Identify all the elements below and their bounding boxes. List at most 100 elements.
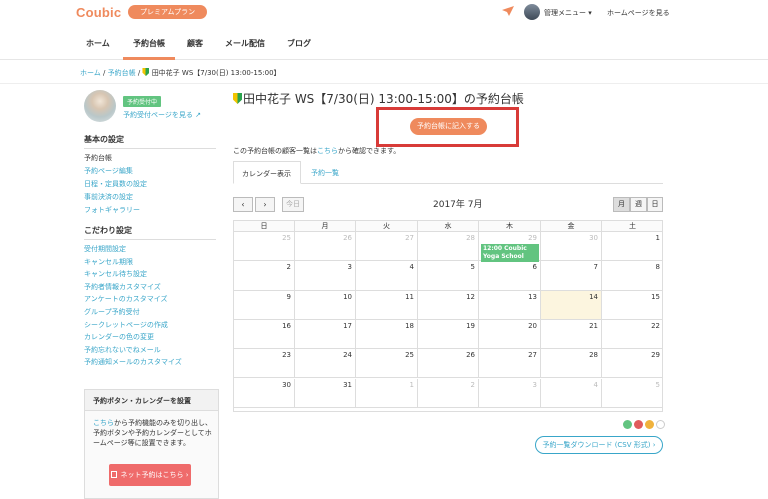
view-month-button[interactable]: 月 (613, 197, 630, 212)
nav-blog[interactable]: ブログ (287, 38, 311, 49)
view-day-button[interactable]: 日 (647, 197, 663, 212)
nav-mail[interactable]: メール配信 (225, 38, 265, 49)
calendar-day-cell[interactable]: 2 (418, 378, 479, 408)
calendar-day-cell[interactable]: 26 (295, 232, 356, 262)
profile-image (84, 90, 116, 122)
calendar-day-cell[interactable]: 2 (234, 261, 295, 291)
view-homepage-link[interactable]: ホームページを見る (607, 8, 670, 18)
calendar-day-cell[interactable]: 21 (541, 319, 602, 350)
color-swatch[interactable] (656, 420, 665, 429)
calendar-day-cell[interactable]: 17 (295, 319, 356, 350)
calendar-day-cell[interactable]: 27 (356, 232, 418, 262)
status-badge: 予約受付中 (123, 96, 162, 107)
color-swatch[interactable] (645, 420, 654, 429)
calendar-day-cell[interactable]: 4 (356, 261, 418, 291)
sidebar-item[interactable]: 予約通知メールのカスタマイズ (84, 357, 182, 367)
calendar-day-cell[interactable]: 12 (418, 290, 479, 320)
admin-menu[interactable]: 管理メニュー ▾ (544, 8, 592, 18)
calendar-day-cell[interactable]: 5 (602, 379, 662, 408)
sidebar-item[interactable]: 予約忘れないでねメール (84, 345, 161, 355)
sidebar-item[interactable]: 予約者情報カスタマイズ (84, 282, 161, 292)
calendar-day-cell[interactable]: 9 (234, 290, 295, 320)
calendar-day-cell[interactable]: 27 (479, 349, 541, 379)
calendar-day-cell[interactable]: 25 (356, 349, 418, 379)
next-month-button[interactable]: › (255, 197, 275, 212)
sidebar-item[interactable]: 事前決済の設定 (84, 192, 133, 202)
sidebar-item[interactable]: 予約ページ編集 (84, 166, 133, 176)
calendar-day-cell[interactable]: 1 (356, 378, 418, 408)
tab-reservation-list[interactable]: 予約一覧 (311, 168, 339, 178)
calendar-day-cell[interactable]: 5 (418, 261, 479, 291)
sidebar-item[interactable]: 予約台帳 (84, 153, 112, 163)
calendar-day-cell[interactable]: 6 (479, 261, 541, 291)
calendar-day-cell[interactable]: 3 (479, 378, 541, 408)
calendar-day-cell[interactable]: 26 (418, 349, 479, 379)
event-time: 12:00 (483, 245, 503, 252)
weekday-header: 土 (602, 221, 662, 232)
top-header: Coubic プレミアムプラン 管理メニュー ▾ ホームページを見る (0, 0, 768, 26)
user-avatar[interactable] (524, 4, 540, 20)
sidebar-item[interactable]: アンケートのカスタマイズ (84, 294, 168, 304)
calendar-day-cell[interactable]: 22 (602, 320, 662, 350)
fill-ledger-button[interactable]: 予約台帳に記入する (410, 118, 487, 135)
calendar-day-cell[interactable]: 3 (295, 261, 356, 291)
nav-customers[interactable]: 顧客 (187, 38, 203, 49)
color-swatch[interactable] (634, 420, 643, 429)
calendar-day-cell[interactable]: 31 (295, 378, 356, 408)
sidebar-item[interactable]: 受付期間設定 (84, 244, 126, 254)
today-button[interactable]: 今日 (282, 197, 304, 212)
calendar-day-cell[interactable]: 14 (541, 290, 602, 320)
net-reservation-button[interactable]: ネット予約はこちら › (109, 464, 191, 486)
calendar-day-cell[interactable]: 24 (295, 349, 356, 379)
paper-plane-icon[interactable] (502, 6, 514, 16)
color-swatch[interactable] (623, 420, 632, 429)
embed-widget-box: 予約ボタン・カレンダーを設置 こちらから予約機能のみを切り出し、予約ボタンや予約… (84, 389, 219, 499)
calendar-day-cell[interactable]: 4 (541, 378, 602, 408)
calendar-day-cell[interactable]: 25 (234, 232, 295, 262)
calendar-day-cell[interactable]: 19 (418, 319, 479, 350)
calendar-day-cell[interactable]: 10 (295, 290, 356, 320)
breadcrumb-ledger[interactable]: 予約台帳 (108, 69, 136, 77)
calendar-day-cell[interactable]: 28 (418, 232, 479, 262)
calendar-event[interactable]: 12:00 Coubic Yoga School (481, 244, 539, 262)
calendar-day-cell[interactable]: 13 (479, 290, 541, 320)
breadcrumb-home[interactable]: ホーム (80, 69, 101, 77)
calendar-day-cell[interactable]: 8 (602, 261, 662, 291)
calendar-day-cell[interactable]: 18 (356, 319, 418, 350)
breadcrumb-current: 田中花子 WS【7/30(日) 13:00-15:00】 (151, 69, 281, 77)
calendar-day-cell[interactable]: 30 (541, 232, 602, 262)
calendar-day-cell[interactable]: 11 (356, 290, 418, 320)
sidebar-item[interactable]: フォトギャラリー (84, 205, 140, 215)
calendar-day-cell[interactable]: 7 (541, 261, 602, 291)
sidebar-item[interactable]: キャンセル待ち設定 (84, 269, 147, 279)
page-title-text: 田中花子 WS【7/30(日) 13:00-15:00】の予約台帳 (243, 92, 524, 106)
breadcrumb-separator: / (137, 69, 141, 77)
calendar-day-cell[interactable]: 28 (541, 349, 602, 379)
customer-list-link[interactable]: こちら (317, 147, 338, 155)
advanced-settings-heading: こだわり設定 (84, 226, 132, 235)
calendar-day-cell[interactable]: 1 (602, 232, 662, 262)
sidebar-item[interactable]: 日程・定員数の設定 (84, 179, 147, 189)
tab-calendar[interactable]: カレンダー表示 (233, 161, 301, 184)
coubic-logo[interactable]: Coubic (76, 5, 121, 20)
calendar-day-cell[interactable]: 16 (234, 319, 295, 350)
nav-ledger[interactable]: 予約台帳 (133, 38, 165, 49)
sidebar-item[interactable]: カレンダーの色の変更 (84, 332, 154, 342)
calendar-day-cell[interactable]: 20 (479, 319, 541, 350)
sidebar-item[interactable]: シークレットページの作成 (84, 320, 168, 330)
weekday-header: 木 (479, 221, 541, 232)
calendar-day-cell[interactable]: 29 (602, 349, 662, 379)
sidebar-item[interactable]: グループ予約受付 (84, 307, 140, 317)
calendar-day-cell[interactable]: 23 (234, 349, 295, 379)
sidebar-item[interactable]: キャンセル期限 (84, 257, 133, 267)
reservation-page-link[interactable]: 予約受付ページを見る ↗ (123, 110, 201, 120)
calendar-day-cell[interactable]: 30 (234, 378, 295, 408)
embed-widget-link[interactable]: こちら (93, 419, 114, 427)
csv-download-button[interactable]: 予約一覧ダウンロード (CSV 形式) › (535, 436, 663, 454)
calendar-icon (111, 471, 118, 478)
nav-home[interactable]: ホーム (86, 38, 110, 49)
embed-widget-text: こちらから予約機能のみを切り出し、予約ボタンや予約カレンダーとしてホームページ等… (93, 418, 215, 448)
view-week-button[interactable]: 週 (630, 197, 647, 212)
prev-month-button[interactable]: ‹ (233, 197, 253, 212)
calendar-day-cell[interactable]: 15 (602, 291, 662, 320)
